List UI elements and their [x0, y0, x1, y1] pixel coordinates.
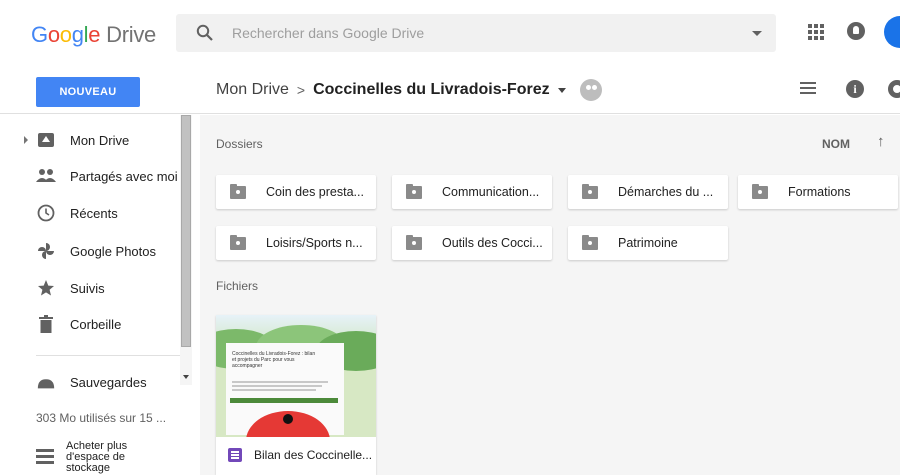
sidebar-item-label: Corbeille	[70, 316, 122, 332]
shared-folder-icon	[752, 184, 768, 199]
breadcrumb: Mon Drive > Coccinelles du Livradois-For…	[216, 79, 602, 101]
trash-icon	[36, 314, 56, 334]
product-name: Drive	[106, 22, 156, 47]
buy-storage-link[interactable]: Acheter plus d'espace de stockage	[36, 441, 186, 475]
storage-usage-text: 303 Mo utilisés sur 15 ...	[36, 411, 167, 425]
star-icon	[36, 278, 56, 298]
folder-menu-caret-icon[interactable]	[557, 87, 566, 93]
folder-name: Communication...	[442, 185, 540, 199]
folder-card[interactable]: Coin des presta...	[216, 175, 376, 209]
sidebar-item-backups[interactable]: Sauvegardes	[0, 365, 180, 399]
shared-folder-icon	[582, 235, 598, 250]
sidebar-item-label: Partagés avec moi	[70, 168, 178, 184]
sidebar-item-starred[interactable]: Suivis	[0, 271, 180, 305]
sidebar-item-label: Sauvegardes	[70, 374, 147, 390]
google-drive-logo[interactable]: Google Drive	[31, 22, 156, 48]
file-footer: Bilan des Coccinelle...	[216, 437, 376, 475]
shared-folder-icon	[582, 184, 598, 199]
search-icon[interactable]	[196, 24, 214, 42]
photos-pinwheel-icon	[36, 241, 56, 261]
folder-name: Patrimoine	[618, 236, 678, 250]
sidebar-item-my-drive[interactable]: Mon Drive	[0, 123, 180, 157]
shared-icon	[36, 166, 56, 186]
thumbnail-title-text: Coccinelles du Livradois-Forez : bilan e…	[232, 351, 316, 369]
sidebar-item-label: Google Photos	[70, 243, 157, 259]
sort-direction-arrow-icon[interactable]: ↑	[877, 133, 885, 150]
folder-card[interactable]: Loisirs/Sports n...	[216, 226, 376, 260]
folder-card[interactable]: Communication...	[392, 175, 552, 209]
folder-name: Démarches du ...	[618, 185, 714, 199]
sidebar-item-label: Suivis	[70, 280, 105, 296]
sidebar-item-google-photos[interactable]: Google Photos	[0, 234, 180, 268]
sidebar-item-shared-with-me[interactable]: Partagés avec moi	[0, 159, 180, 193]
sidebar-scrollbar[interactable]	[180, 115, 192, 385]
breadcrumb-root[interactable]: Mon Drive	[216, 81, 289, 99]
top-bar: Google Drive	[0, 0, 900, 66]
shared-folder-icon	[230, 235, 246, 250]
sidebar-item-trash[interactable]: Corbeille	[0, 307, 180, 341]
folder-card[interactable]: Formations	[738, 175, 898, 209]
folder-card[interactable]: Patrimoine	[568, 226, 728, 260]
shared-folder-icon[interactable]	[579, 79, 602, 101]
folder-name: Loisirs/Sports n...	[266, 236, 363, 250]
info-icon[interactable]: i	[846, 80, 864, 98]
files-section-title: Fichiers	[216, 279, 259, 293]
scroll-down-arrow-icon[interactable]	[183, 375, 189, 379]
breadcrumb-separator: >	[296, 82, 306, 98]
folders-section-title: Dossiers	[216, 137, 263, 151]
cloud-icon	[36, 372, 56, 392]
google-forms-icon	[228, 448, 242, 462]
list-view-icon[interactable]	[800, 82, 816, 96]
storage-icon	[36, 449, 54, 465]
sidebar-item-label: Récents	[70, 205, 118, 221]
search-input[interactable]	[232, 22, 712, 44]
notifications-icon[interactable]	[847, 22, 865, 40]
shared-folder-icon	[406, 184, 422, 199]
sidebar-item-label: Mon Drive	[70, 132, 130, 148]
sidebar-item-recent[interactable]: Récents	[0, 196, 180, 230]
expand-arrow-icon[interactable]	[24, 136, 28, 144]
sort-by-name-button[interactable]: NOM	[822, 137, 850, 151]
sidebar: Mon Drive Partagés avec moi Récents Goog…	[0, 115, 195, 475]
buy-storage-label: Acheter plus d'espace de stockage	[66, 440, 128, 474]
settings-gear-icon[interactable]	[888, 80, 900, 98]
shared-folder-icon	[230, 184, 246, 199]
folder-name: Outils des Cocci...	[442, 236, 543, 250]
folder-name: Coin des presta...	[266, 185, 364, 199]
shared-folder-icon	[406, 235, 422, 250]
drive-icon	[36, 130, 56, 150]
folder-card[interactable]: Démarches du ...	[568, 175, 728, 209]
new-button[interactable]: NOUVEAU	[36, 77, 140, 107]
breadcrumb-current-folder[interactable]: Coccinelles du Livradois-Forez	[313, 81, 550, 99]
search-options-caret-icon[interactable]	[752, 31, 762, 36]
file-card[interactable]: Coccinelles du Livradois-Forez : bilan e…	[216, 315, 376, 475]
file-thumbnail: Coccinelles du Livradois-Forez : bilan e…	[216, 315, 376, 437]
action-bar: NOUVEAU Mon Drive > Coccinelles du Livra…	[0, 66, 900, 114]
file-name: Bilan des Coccinelle...	[254, 448, 373, 462]
search-bar[interactable]	[176, 14, 776, 52]
logo-text: Google	[31, 22, 101, 47]
account-avatar[interactable]	[884, 16, 900, 48]
clock-icon	[36, 203, 56, 223]
folder-name: Formations	[788, 185, 851, 199]
main-content: Dossiers NOM ↑ Coin des presta... Commun…	[200, 115, 900, 475]
folder-card[interactable]: Outils des Cocci...	[392, 226, 552, 260]
apps-grid-icon[interactable]	[808, 24, 824, 40]
scrollbar-thumb[interactable]	[181, 115, 191, 347]
sidebar-divider	[36, 355, 180, 356]
